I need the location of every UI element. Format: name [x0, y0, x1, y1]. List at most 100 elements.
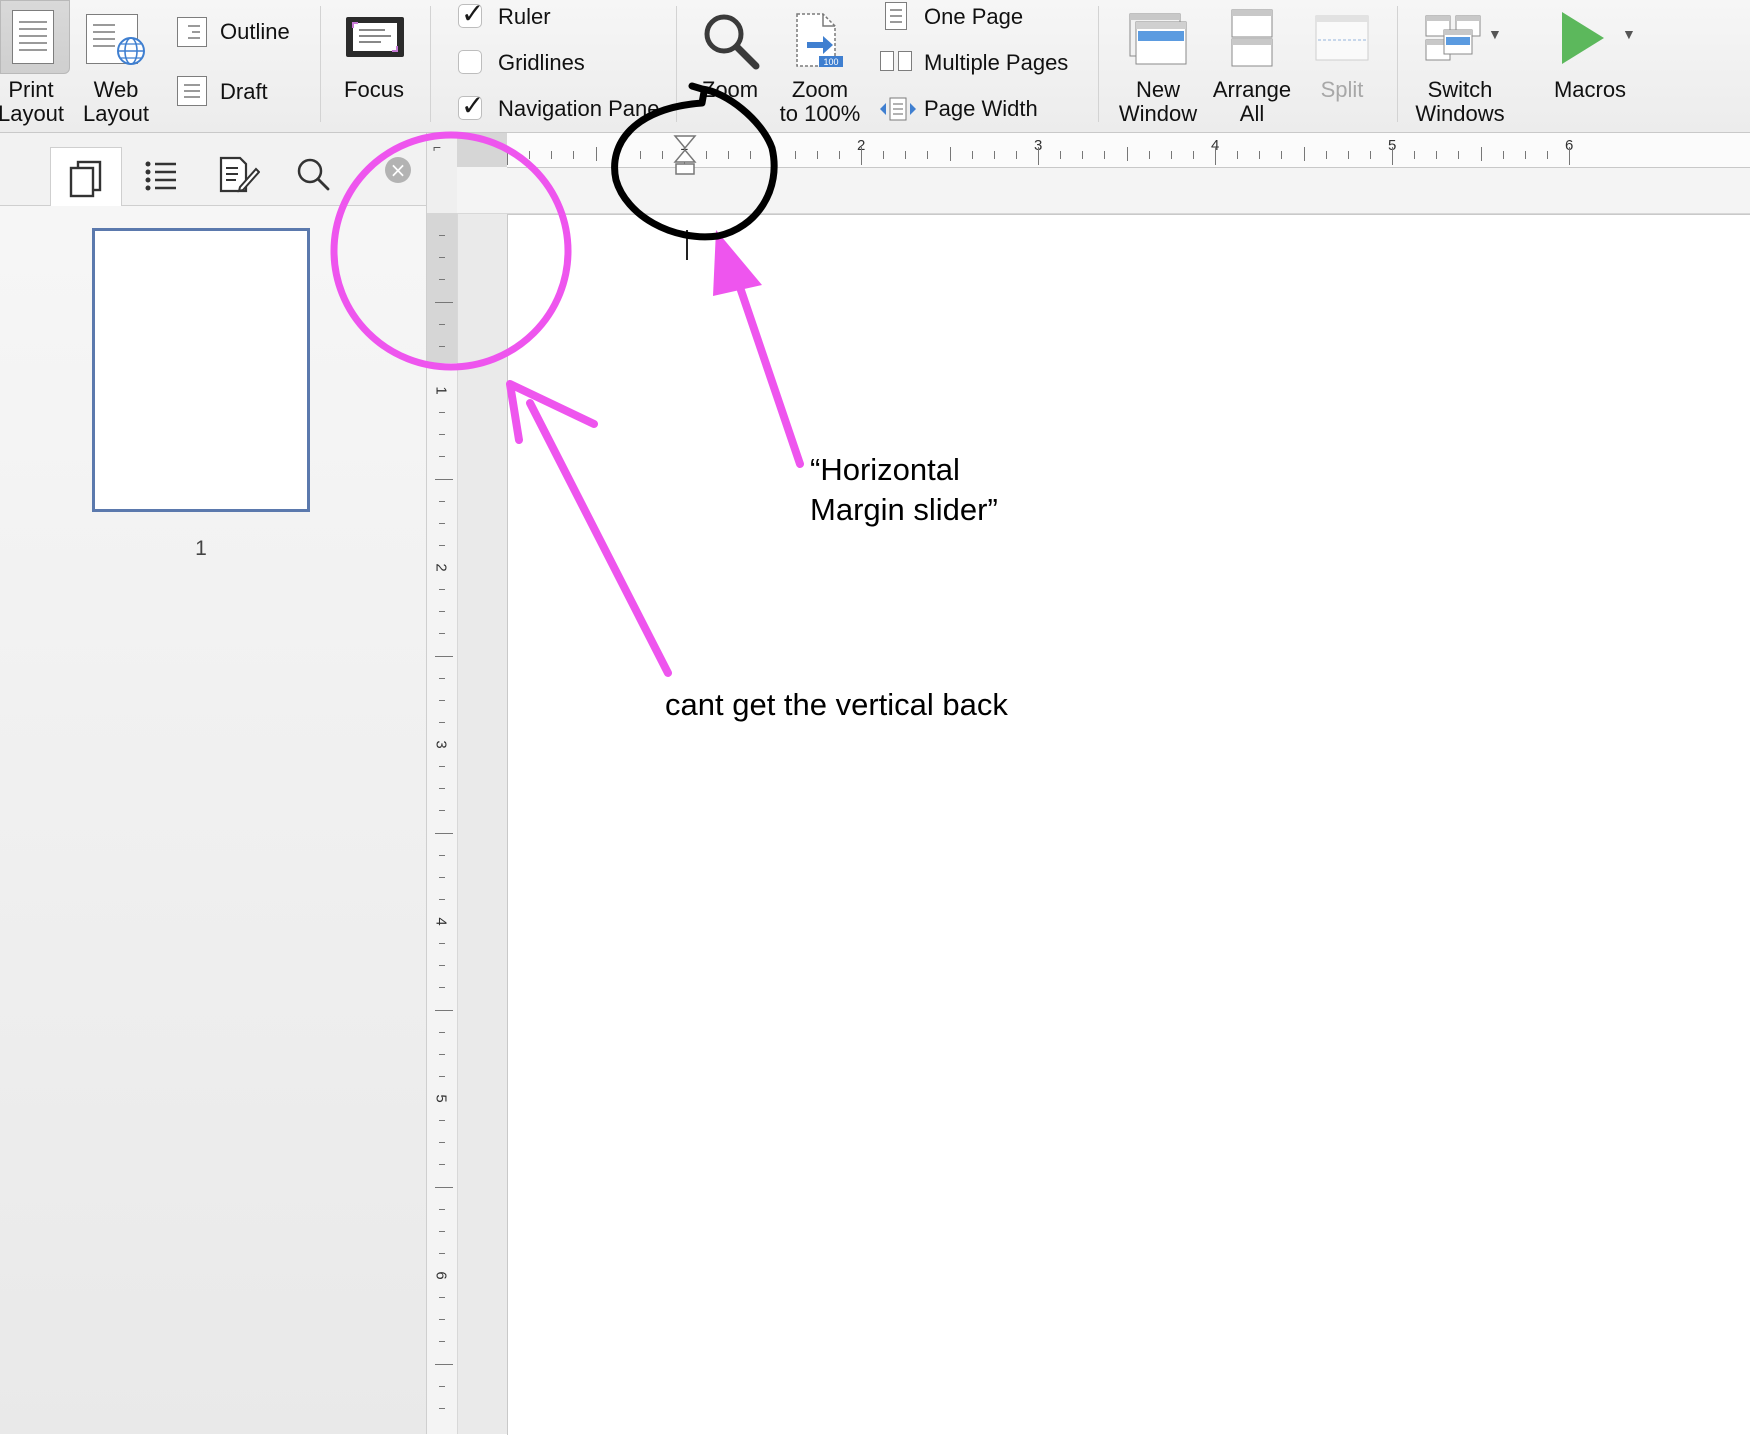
- ruler-tick: [1148, 153, 1150, 159]
- ruler-tick: [435, 301, 453, 303]
- document-map-icon: [145, 161, 176, 191]
- vertical-ruler[interactable]: 1 2 3 4 5 6: [427, 213, 458, 1434]
- ruler-tick: [435, 832, 453, 834]
- web-layout-label: Web Layout: [82, 77, 150, 126]
- ruler-tick: [1170, 153, 1172, 159]
- ruler-tick: [1126, 149, 1128, 161]
- tab-stop-icon[interactable]: ⌐: [433, 139, 441, 155]
- ruler-tick: [529, 153, 531, 159]
- arrange-all-label: Arrange All: [1212, 77, 1292, 126]
- ruler-tick: [439, 589, 445, 591]
- ruler-tick: [993, 153, 995, 159]
- ruler-tick: [1392, 147, 1393, 165]
- macros-label: Macros: [1553, 77, 1627, 102]
- nav-pane-tabbar: ×: [0, 133, 426, 206]
- focus-label: Focus: [344, 77, 404, 102]
- ruler-tick: [1303, 149, 1305, 161]
- ruler-tick: [905, 153, 907, 159]
- ruler-tick: [435, 655, 453, 657]
- multiple-pages-icon-right: [898, 51, 912, 71]
- navigation-pane-checkbox-box: ✓: [458, 91, 484, 121]
- ruler-tick: [1502, 153, 1504, 159]
- outline-label: Outline: [220, 19, 290, 44]
- ruler-tick: [439, 721, 445, 723]
- zoom-to-100-label: Zoom to 100%: [779, 77, 861, 126]
- page-thumbnail[interactable]: [92, 228, 310, 512]
- ruler-tick: [439, 1208, 445, 1210]
- ruler-tick: [1082, 153, 1084, 159]
- ruler-tick: [439, 235, 445, 237]
- switch-windows-label: Switch Windows: [1415, 77, 1505, 126]
- text-cursor: [686, 230, 688, 260]
- ruler-tick: [1436, 153, 1438, 159]
- document-page[interactable]: [507, 214, 1750, 1435]
- ruler-number: 3: [432, 740, 450, 749]
- ruler-tick: [439, 1230, 445, 1232]
- ruler-tick: [1237, 153, 1239, 159]
- ruler-tick: [1414, 153, 1416, 159]
- ruler-tick: [439, 412, 445, 414]
- checkmark-icon: ✓: [461, 0, 485, 30]
- zoom-100-icon: 100: [796, 13, 843, 67]
- horizontal-ruler[interactable]: 123456: [457, 133, 1750, 214]
- ruler-tick: [750, 153, 752, 159]
- checkmark-icon: ✓: [461, 89, 485, 122]
- ruler-number: 4: [432, 917, 450, 926]
- page-width-icon: [880, 97, 916, 121]
- ruler-number: 6: [432, 1271, 450, 1280]
- ruler-number: 2: [432, 563, 450, 572]
- ribbon-separator: [320, 6, 321, 122]
- indent-marker-icon[interactable]: [672, 134, 698, 178]
- new-window-label: New Window: [1118, 77, 1198, 126]
- ruler-tick: [439, 788, 445, 790]
- ruler-tick: [439, 456, 445, 458]
- ruler-tick: [883, 153, 885, 159]
- ruler-tick: [1325, 153, 1327, 159]
- ruler-tick: [1524, 153, 1526, 159]
- ruler-tick: [1104, 153, 1106, 159]
- ruler-tick: [439, 1053, 445, 1055]
- ruler-tick: [1480, 149, 1482, 161]
- ruler-checkbox-box: ✓: [458, 0, 484, 29]
- multiple-pages-icon-left: [880, 51, 894, 71]
- print-layout-label: Print Layout: [0, 77, 65, 126]
- multiple-pages-label: Multiple Pages: [924, 50, 1069, 75]
- annotation-vertical-label: cant get the vertical back: [665, 687, 1008, 722]
- ruler-tick: [927, 153, 929, 159]
- ruler-tick: [949, 149, 951, 161]
- ruler-tick: [439, 1407, 445, 1409]
- ruler-tick: [439, 633, 445, 635]
- ruler-tick: [507, 147, 508, 165]
- ruler-checkbox-label: Ruler: [498, 4, 551, 29]
- ruler-tick: [439, 1142, 445, 1144]
- ruler-tick: [1569, 147, 1570, 165]
- ruler-tick: [439, 257, 445, 259]
- zoom-label: Zoom: [701, 77, 759, 102]
- ruler-tick: [439, 677, 445, 679]
- print-layout-icon: [12, 10, 54, 64]
- ruler-tick: [439, 876, 445, 878]
- ruler-tick: [639, 153, 641, 159]
- ruler-tick: [551, 153, 553, 159]
- ruler-tick: [728, 153, 730, 159]
- ruler-tick: [439, 544, 445, 546]
- ruler-tick: [439, 345, 445, 347]
- ruler-tick: [439, 1341, 445, 1343]
- ruler-tick: [439, 898, 445, 900]
- ruler-tick: [1192, 153, 1194, 159]
- ruler-tick: [816, 153, 818, 159]
- ruler-tick: [1038, 147, 1039, 165]
- ruler-tick: [439, 1120, 445, 1122]
- globe-icon: [117, 37, 145, 65]
- annotation-horizontal-label: “Horizontal Margin slider”: [810, 452, 998, 527]
- ruler-tick: [439, 323, 445, 325]
- ruler-tick: [439, 367, 445, 369]
- outline-icon: [177, 17, 207, 47]
- ruler-tick: [1347, 153, 1349, 159]
- magnifier-icon: [704, 14, 760, 70]
- nav-tab-thumbnails[interactable]: [50, 147, 122, 206]
- close-nav-pane-icon[interactable]: ×: [385, 157, 411, 183]
- ruler-tick: [1060, 153, 1062, 159]
- ruler-tick: [439, 854, 445, 856]
- ribbon-view-tab: Print Layout Web Layout Outline Draft Fo…: [0, 0, 1750, 133]
